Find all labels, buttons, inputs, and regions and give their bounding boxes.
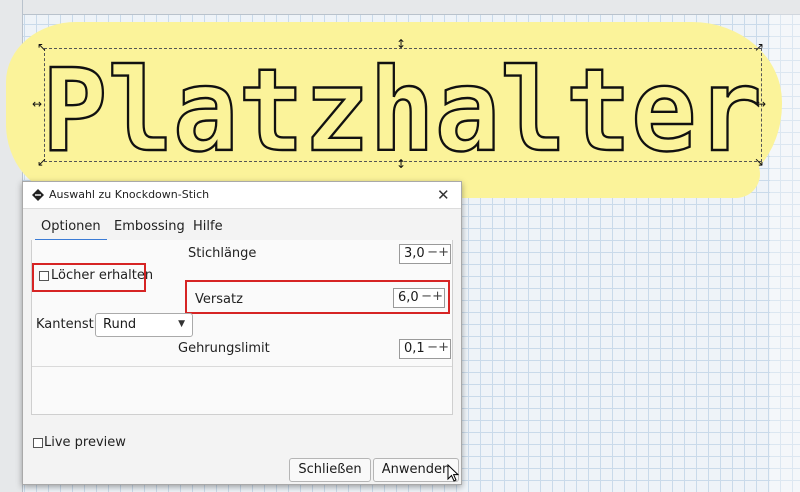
resize-handle-bottom-icon[interactable]: ↕ [396, 158, 406, 170]
resize-handle-top-left-icon[interactable]: ↖ [37, 41, 47, 53]
kantenstil-dropdown[interactable]: Rund ▼ [95, 313, 193, 337]
gehrungslimit-increment[interactable]: + [438, 340, 449, 355]
resize-handle-bottom-right-icon[interactable]: ↘ [754, 156, 764, 168]
mouse-cursor-icon [447, 464, 460, 482]
gehrungslimit-spinbox[interactable]: 0,1 − + [399, 339, 451, 359]
kantenstil-label: Kantenstil [36, 317, 101, 332]
resize-handle-bottom-left-icon[interactable]: ↙ [37, 156, 47, 168]
resize-handle-right-icon[interactable]: ↔ [756, 98, 766, 110]
loecher-checkbox[interactable] [39, 271, 49, 281]
options-panel: Stichlänge 3,0 − + Löcher erhalten Versa… [31, 240, 453, 415]
chevron-down-icon: ▼ [178, 319, 185, 329]
stichlaenge-label: Stichlänge [188, 246, 257, 261]
versatz-increment[interactable]: + [432, 289, 443, 304]
versatz-value: 6,0 [398, 290, 419, 305]
resize-handle-left-icon[interactable]: ↔ [32, 98, 42, 110]
stichlaenge-spinbox[interactable]: 3,0 − + [399, 244, 451, 264]
panel-divider [32, 366, 452, 367]
close-button[interactable]: Schließen [289, 458, 371, 482]
dialog-titlebar[interactable]: Auswahl zu Knockdown-Stich ✕ [23, 182, 461, 209]
versatz-spinbox[interactable]: 6,0 − + [393, 288, 445, 308]
versatz-decrement[interactable]: − [421, 289, 432, 304]
gehrungslimit-label: Gehrungslimit [178, 341, 270, 356]
tab-bar: Optionen Embossing Hilfe [31, 218, 451, 241]
versatz-label: Versatz [195, 292, 243, 307]
selection-bounding-box [44, 48, 762, 162]
resize-handle-top-icon[interactable]: ↕ [396, 38, 406, 50]
live-preview-checkbox[interactable] [33, 438, 43, 448]
tab-hilfe[interactable]: Hilfe [193, 219, 223, 234]
stichlaenge-value: 3,0 [404, 246, 425, 261]
tab-embossing[interactable]: Embossing [114, 219, 185, 234]
close-icon[interactable]: ✕ [437, 186, 450, 204]
dialog-title: Auswahl zu Knockdown-Stich [49, 188, 210, 201]
live-preview-label[interactable]: Live preview [44, 435, 126, 450]
stichlaenge-decrement[interactable]: − [427, 245, 438, 260]
stichlaenge-increment[interactable]: + [438, 245, 449, 260]
loecher-label[interactable]: Löcher erhalten [51, 268, 153, 283]
kantenstil-value: Rund [103, 317, 137, 332]
knockdown-dialog: Auswahl zu Knockdown-Stich ✕ Optionen Em… [22, 181, 462, 485]
gehrungslimit-value: 0,1 [404, 341, 425, 356]
resize-handle-top-right-icon[interactable]: ↗ [754, 41, 764, 53]
inkscape-app-icon [32, 189, 44, 201]
gehrungslimit-decrement[interactable]: − [427, 340, 438, 355]
tab-optionen[interactable]: Optionen [35, 219, 107, 241]
